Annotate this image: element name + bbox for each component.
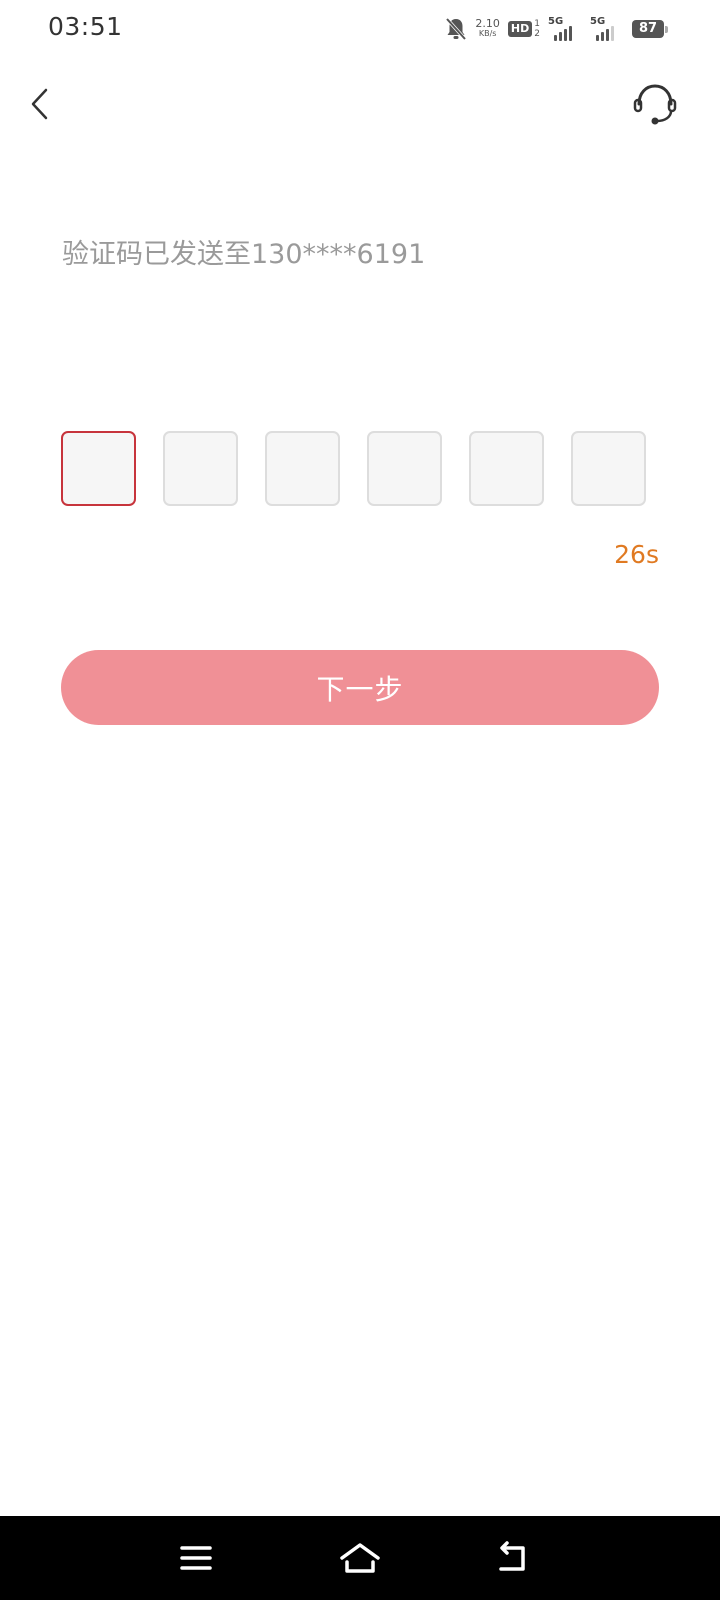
sim1-signal-icon: 5G [548,17,582,41]
resend-countdown: 26s [614,540,659,569]
sent-to-hint: 验证码已发送至130****6191 [62,239,426,270]
nav-home-button[interactable] [336,1536,384,1580]
code-digit-6[interactable] [571,431,646,506]
code-digit-1[interactable] [61,431,136,506]
sim2-signal-icon: 5G [590,17,624,41]
system-nav-bar [0,1516,720,1600]
status-bar: 03:51 2.10 KB/s HD 1 2 5G 5G 87 [0,0,720,58]
network-speed: 2.10 KB/s [475,17,500,38]
code-digit-4[interactable] [367,431,442,506]
customer-service-button[interactable] [630,80,680,128]
hd-voice-badge: HD [507,21,533,37]
chevron-left-icon [31,88,48,120]
code-digit-2[interactable] [163,431,238,506]
sim-indicator: 1 2 [534,19,540,39]
status-time: 03:51 [48,12,123,41]
menu-icon [180,1546,212,1570]
back-button[interactable] [22,82,62,126]
nav-back-button[interactable] [488,1536,536,1580]
headset-icon [633,84,677,125]
bell-muted-icon [445,17,467,41]
code-input-row[interactable] [61,431,659,507]
battery-icon: 87 [632,20,668,38]
home-icon [340,1543,380,1573]
code-digit-3[interactable] [265,431,340,506]
code-digit-5[interactable] [469,431,544,506]
verification-screen: 03:51 2.10 KB/s HD 1 2 5G 5G 87 验证码已发送至1… [0,0,720,1600]
next-step-button[interactable]: 下一步 [61,650,659,725]
return-icon [499,1541,525,1571]
status-icons: 2.10 KB/s HD 1 2 5G 5G 87 [445,16,668,42]
nav-menu-button[interactable] [172,1536,220,1580]
